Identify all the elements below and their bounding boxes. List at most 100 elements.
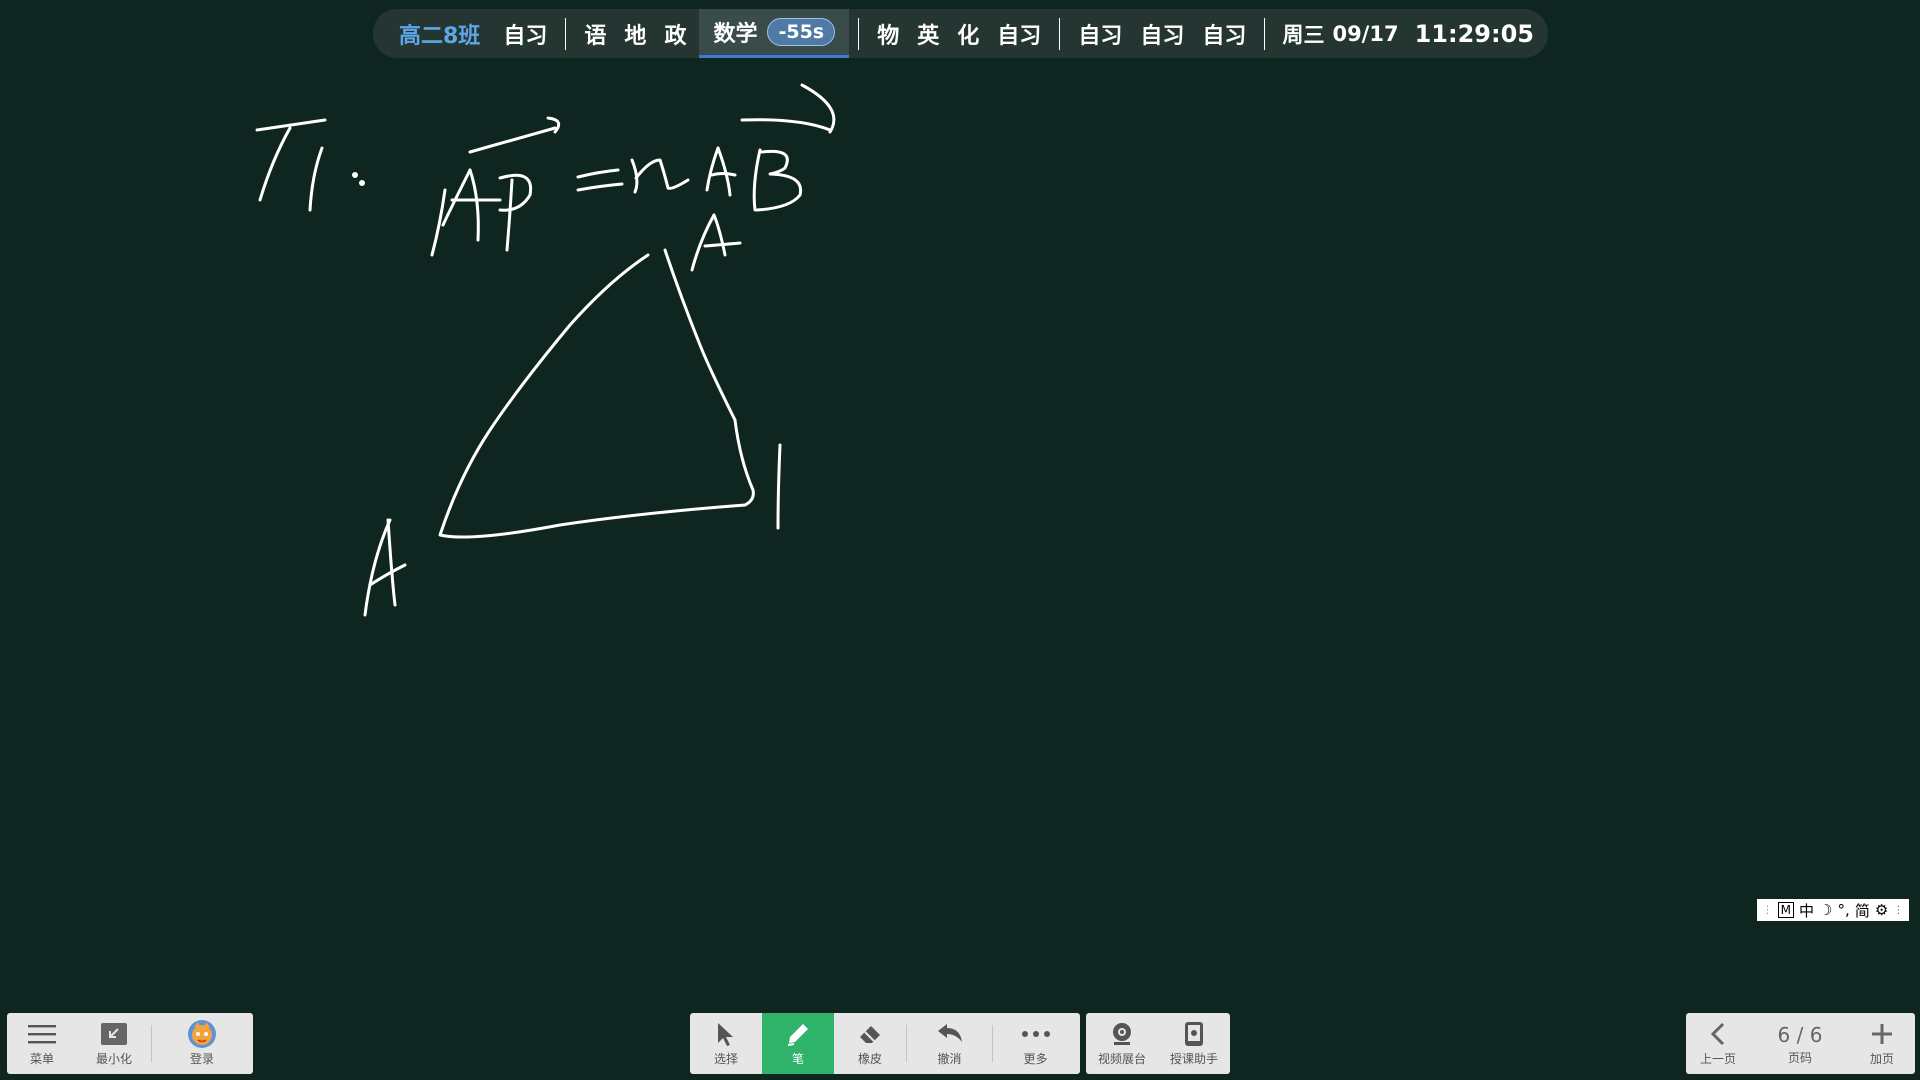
schedule-divider [1264,17,1266,50]
period-item: 自习 [997,23,1042,49]
period-item: 地 [624,23,647,49]
ime-status-bar[interactable]: ⋮ M 中 ☽ °, 简 ⚙ ⋮ [1757,899,1909,921]
ime-script-toggle[interactable]: 简 [1855,900,1870,921]
teaching-assistant-button[interactable]: 授课助手 [1158,1013,1230,1074]
period-item: 语 [584,23,607,49]
drawing-toolbar: 选择 笔 橡皮 撤消 更多 [690,1013,1080,1074]
ink-stroke [755,149,803,212]
period-item: 政 [664,23,687,49]
page-indicator: 6 / 6 [1777,1023,1823,1047]
left-toolbar: 菜单 最小化 登录 [7,1013,253,1074]
teaching-assistant-label: 授课助手 [1169,1052,1218,1066]
select-tool-button[interactable]: 选择 [690,1013,762,1074]
cursor-arrow-icon [714,1020,738,1048]
ink-stroke [308,146,324,212]
undo-label: 撤消 [937,1052,962,1066]
ink-stroke [505,178,514,252]
login-button[interactable]: 登录 [152,1013,252,1074]
ink-stroke [752,148,762,212]
webcam-icon [1109,1020,1135,1048]
minimize-button[interactable]: 最小化 [77,1013,151,1074]
clock-time: 11:29:05 [1414,19,1534,48]
ime-settings-icon[interactable]: ⚙ [1875,901,1888,919]
pen-icon [785,1020,811,1048]
ink-stroke [363,518,392,617]
class-schedule-bar: 高二8班 自习 语 地 政 数学 -55s 物 英 化 自习 自习 自习 自习 … [373,9,1548,58]
schedule-divider [1059,17,1061,50]
page-label: 页码 [1787,1051,1812,1065]
period-item: 英 [917,23,940,49]
video-booth-button[interactable]: 视频展台 [1086,1013,1158,1074]
chevron-left-icon [1708,1020,1728,1048]
period-item: 物 [877,23,900,49]
menu-button[interactable]: 菜单 [7,1013,77,1074]
more-button[interactable]: 更多 [993,1013,1078,1074]
period-item: 自习 [1140,23,1185,49]
ink-stroke [352,172,358,178]
ink-stroke [498,173,533,212]
ink-stroke [576,182,624,192]
prev-page-label: 上一页 [1699,1052,1736,1066]
period-item: 化 [957,23,980,49]
minimize-label: 最小化 [95,1052,132,1066]
current-period-label: 数学 [713,22,758,47]
pen-label: 笔 [791,1052,804,1066]
ink-stroke [776,443,782,530]
eraser-icon [857,1020,883,1048]
period-item: 自习 [503,23,548,49]
ime-halfwidth-icon[interactable]: ☽ [1819,901,1832,919]
video-booth-label: 视频展台 [1097,1052,1146,1066]
ime-language-toggle[interactable]: 中 [1799,900,1814,921]
prev-page-button[interactable]: 上一页 [1686,1013,1750,1074]
minimize-icon [100,1020,128,1048]
ime-mode-icon[interactable]: M [1777,902,1794,918]
ink-stroke [576,168,620,179]
add-page-label: 加页 [1869,1052,1894,1066]
handwriting-layer [255,83,836,617]
eraser-label: 橡皮 [857,1052,882,1066]
add-page-button[interactable]: 加页 [1850,1013,1914,1074]
ink-stroke [710,172,737,177]
schedule-divider [858,17,860,50]
more-dots-icon [1021,1020,1051,1048]
ink-stroke [716,146,732,197]
page-indicator-button[interactable]: 6 / 6 页码 [1750,1013,1850,1074]
ime-more-icon[interactable]: ⋮ [1893,905,1903,916]
pen-tool-button[interactable]: 笔 [762,1013,834,1074]
avatar [187,1020,217,1048]
ink-stroke [368,563,407,587]
class-name: 高二8班 [399,23,481,49]
undo-button[interactable]: 撤消 [907,1013,992,1074]
ink-stroke [703,241,742,248]
ink-stroke [468,126,557,154]
countdown-badge: -55s [767,18,836,46]
ime-punctuation-toggle[interactable]: °, [1838,901,1850,919]
teaching-toolbar: 视频展台 授课助手 [1086,1013,1230,1074]
ink-stroke [712,213,727,257]
weekday: 周三 [1282,22,1325,47]
ink-stroke [740,118,832,132]
ink-stroke [690,213,716,272]
select-label: 选择 [713,1052,738,1066]
whiteboard-canvas[interactable] [0,0,1920,1080]
more-label: 更多 [1023,1052,1048,1066]
ink-stroke [468,168,480,242]
drag-handle-icon[interactable]: ⋮ [1763,905,1773,916]
date: 09/17 [1332,21,1399,46]
period-item: 自习 [1202,23,1247,49]
ink-stroke [386,518,397,607]
ink-stroke [359,180,365,186]
login-label: 登录 [189,1052,214,1066]
ink-stroke [705,146,720,192]
plus-icon [1870,1020,1894,1048]
ink-stroke [634,158,690,190]
current-period: 数学 -55s [699,9,850,58]
ink-stroke [438,248,755,539]
ink-stroke [441,168,472,227]
phone-assistant-icon [1183,1020,1205,1048]
eraser-tool-button[interactable]: 橡皮 [834,1013,906,1074]
undo-icon [936,1020,964,1048]
schedule-divider [565,17,567,50]
ink-stroke [258,126,292,202]
pager-toolbar: 上一页 6 / 6 页码 加页 [1686,1013,1915,1074]
